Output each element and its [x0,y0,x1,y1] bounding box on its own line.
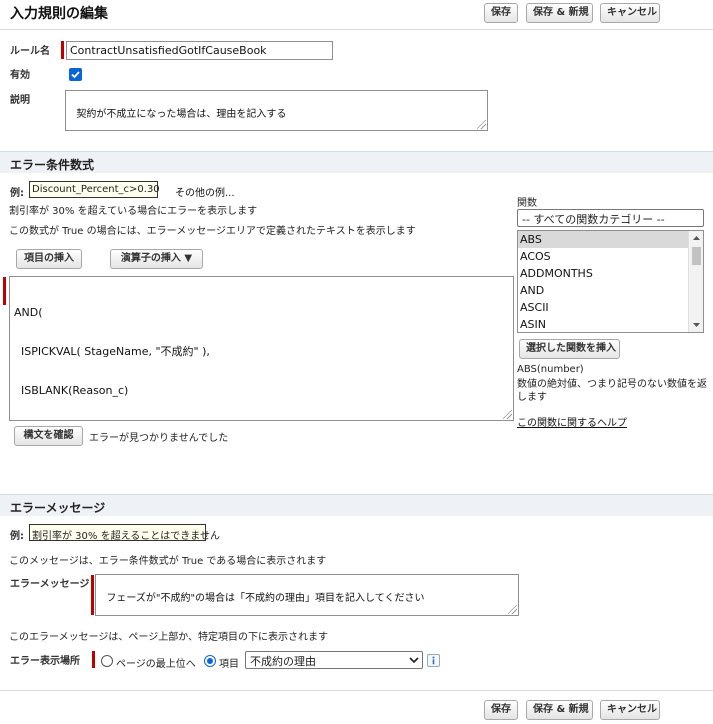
error-location-label: エラー表示場所 [10,656,80,667]
function-description: 数値の絶対値、つまり記号のない数値を返します [517,379,707,403]
error-hint-2: このエラーメッセージは、ページ上部か、特定項目の下に表示されます [9,632,328,643]
location-field-radio[interactable] [204,655,216,667]
function-category-value: -- すべての関数カテゴリー -- [522,213,665,226]
insert-operator-button[interactable]: 演算子の挿入 ▼ [110,249,203,269]
insert-selected-function-button[interactable]: 選択した関数を挿入 [519,339,620,359]
location-top-label: ページの最上位へ [116,659,196,670]
function-item[interactable]: ASIN [518,316,703,332]
resize-grip-icon[interactable] [508,605,517,614]
function-item[interactable]: ASCII [518,299,703,316]
error-example-label: 例: [10,531,24,542]
scroll-down-icon[interactable] [689,320,704,330]
location-top-radio[interactable] [101,655,113,667]
info-glyph-icon [432,656,435,665]
footer-cancel-button[interactable]: キャンセル [600,700,660,720]
function-list[interactable]: ABS ACOS ADDMONTHS AND ASCII ASIN [517,230,704,333]
formula-hint-2: この数式が True の場合には、エラーメッセージエリアで定義されたテキストを表… [9,226,416,237]
formula-section-title: エラー条件数式 [10,158,95,172]
location-field-label: 項目 [219,659,239,670]
error-message-label: エラーメッセージ [10,579,90,590]
required-indicator [3,277,6,305]
footer-save-button[interactable]: 保存 [484,700,518,720]
info-icon[interactable] [427,654,440,667]
insert-field-button[interactable]: 項目の挿入 [16,249,82,269]
page-title: 入力規則の編集 [10,6,108,22]
formula-editor[interactable]: AND( ISPICKVAL( StageName, "不成約" ), ISBL… [9,276,514,421]
checkmark-icon [71,71,80,79]
formula-example-label: 例: [10,188,24,199]
function-signature: ABS(number) [517,364,584,375]
error-example: 割引率が 30% を超えることはできません [29,524,220,542]
required-indicator [61,41,64,59]
chevron-down-icon [409,657,419,664]
header-divider [0,29,713,30]
error-section-title: エラーメッセージ [10,501,106,515]
rule-name-input[interactable]: ContractUnsatisfiedGotIfCauseBook [66,41,333,60]
formula-hint-1: 割引率が 30% を超えている場合にエラーを表示します [9,206,258,217]
syntax-result: エラーが見つかりませんでした [89,433,229,444]
error-message-text: フェーズが"不成約"の場合は「不成約の理由」項目を記入してください [106,593,425,604]
scrollbar-thumb[interactable] [692,247,701,265]
error-message-textarea[interactable]: フェーズが"不成約"の場合は「不成約の理由」項目を記入してください [95,574,519,616]
active-checkbox[interactable] [69,68,82,81]
error-section-header: エラーメッセージ [0,494,713,516]
function-item[interactable]: ACOS [518,248,703,265]
scrollbar[interactable] [688,231,703,332]
more-examples-link[interactable]: その他の例... [175,184,235,199]
description-text: 契約が不成立になった場合は、理由を記入する [76,109,287,120]
cancel-button[interactable]: キャンセル [600,3,660,23]
footer-save-new-button[interactable]: 保存 & 新規 [526,700,593,720]
description-label: 説明 [10,95,30,106]
check-syntax-button[interactable]: 構文を確認 [14,426,83,446]
save-new-button[interactable]: 保存 & 新規 [526,3,593,23]
formula-example: Discount_Percent_c>0.30 [29,181,160,198]
scroll-up-icon[interactable] [689,233,704,243]
function-help-link[interactable]: この関数に関するヘルプ [517,414,627,429]
error-field-select[interactable]: 不成約の理由 [245,651,423,669]
save-button[interactable]: 保存 [484,3,518,23]
required-indicator [91,575,94,615]
error-field-value: 不成約の理由 [250,655,316,668]
resize-grip-icon[interactable] [503,410,512,419]
function-category-select[interactable]: -- すべての関数カテゴリー -- [517,209,704,227]
error-hint-1: このメッセージは、エラー条件数式が True である場合に表示されます [9,556,327,567]
function-item[interactable]: ABS [518,231,703,248]
resize-grip-icon[interactable] [477,120,486,129]
formula-line: ISBLANK(Reason_c) [14,384,129,397]
required-indicator [92,651,95,668]
function-item[interactable]: ADDMONTHS [518,265,703,282]
rule-name-label: ルール名 [10,46,50,57]
active-label: 有効 [10,70,30,81]
functions-label: 関数 [517,198,537,209]
description-textarea[interactable]: 契約が不成立になった場合は、理由を記入する [65,90,488,131]
formula-line: AND( [14,306,43,319]
formula-section-header: エラー条件数式 [0,151,713,173]
footer-divider [0,690,713,691]
function-item[interactable]: AND [518,282,703,299]
formula-line: ISPICKVAL( StageName, "不成約" ), [14,345,210,358]
